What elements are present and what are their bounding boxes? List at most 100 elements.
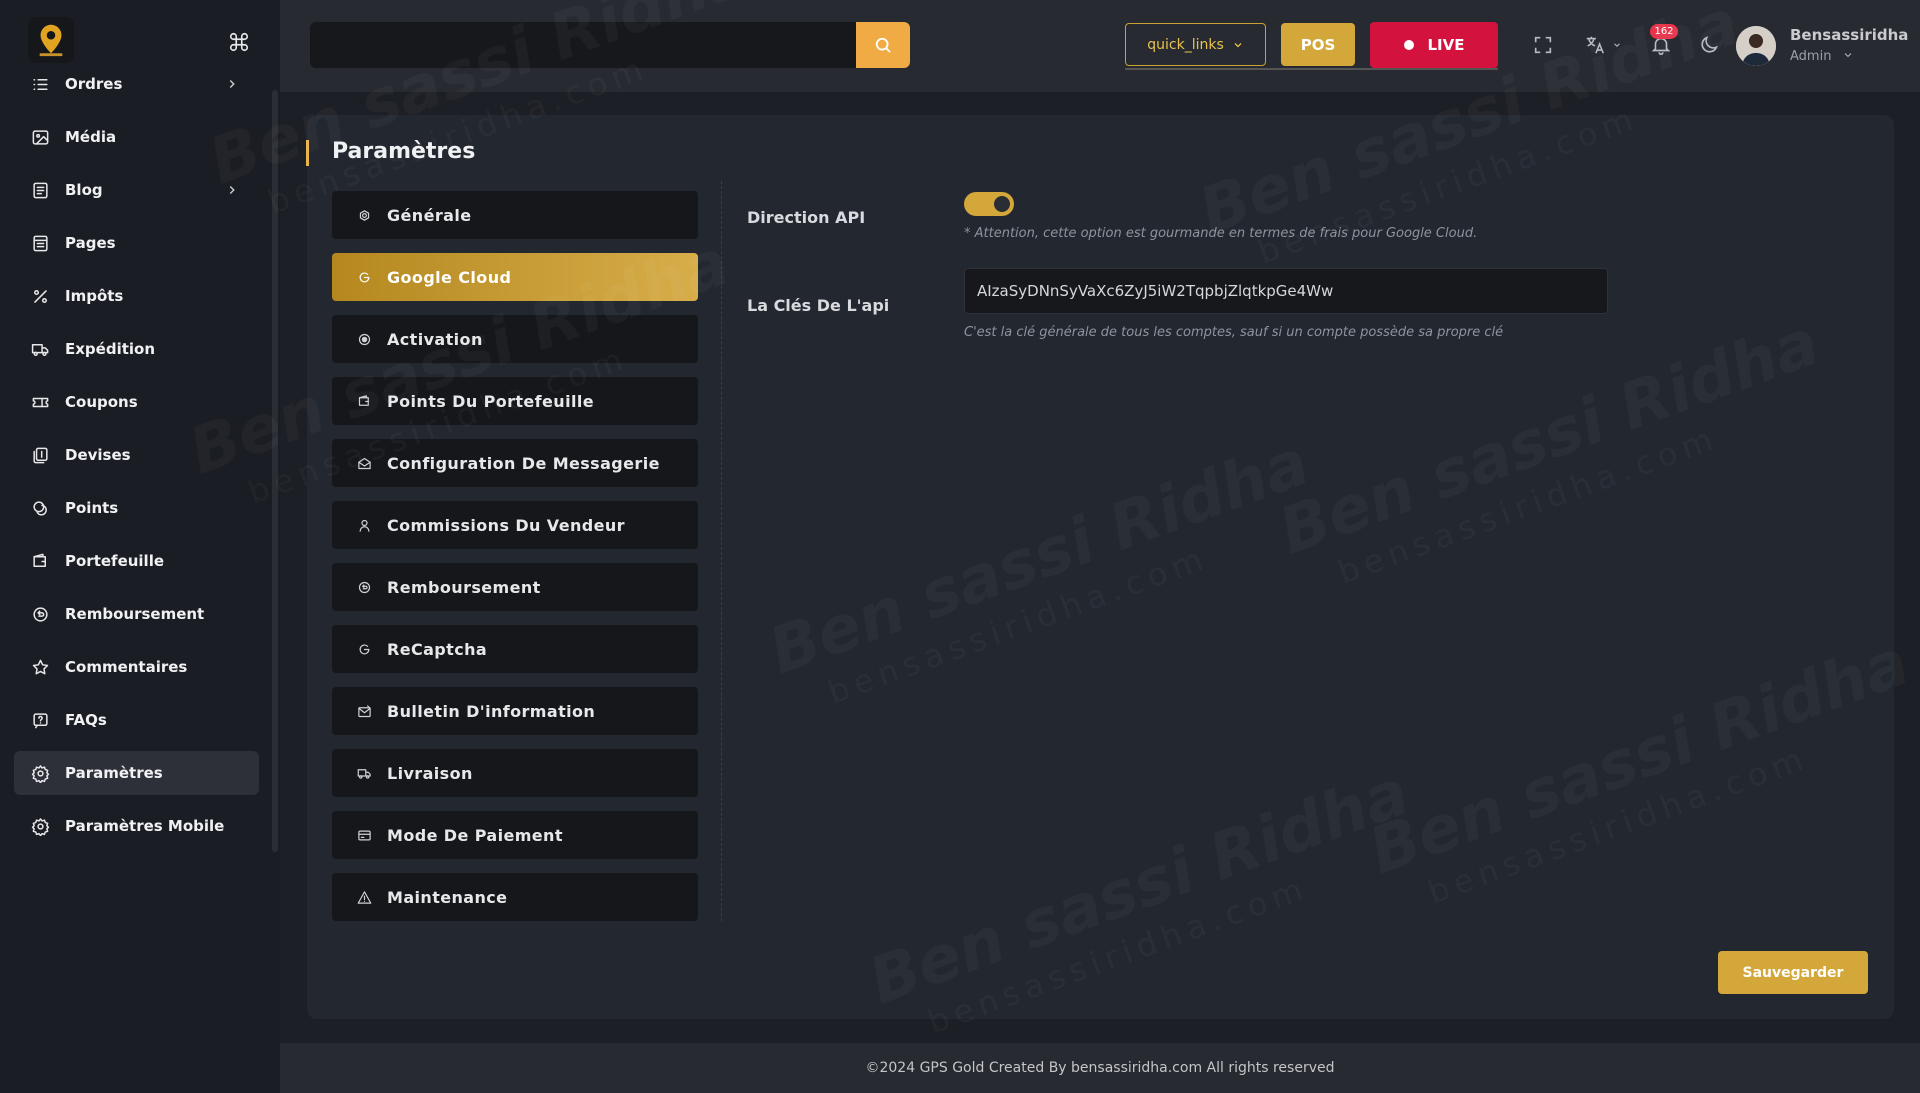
coins-icon bbox=[30, 498, 50, 518]
tab-label: Activation bbox=[387, 329, 483, 349]
content-divider bbox=[721, 181, 722, 921]
ticket-icon bbox=[30, 392, 50, 412]
image-icon bbox=[30, 127, 50, 147]
sidebar-item-paramètres[interactable]: Paramètres bbox=[14, 751, 259, 795]
sidebar-item-impôts[interactable]: Impôts bbox=[14, 274, 259, 318]
search-button[interactable] bbox=[856, 22, 910, 68]
sidebar-item-label: Portefeuille bbox=[65, 552, 165, 570]
tab-configuration-de-messagerie[interactable]: Configuration De Messagerie bbox=[332, 439, 698, 487]
currency-icon bbox=[30, 445, 50, 465]
pos-button[interactable]: POS bbox=[1281, 23, 1355, 66]
sidebar-item-points[interactable]: Points bbox=[14, 486, 259, 530]
tab-label: Livraison bbox=[387, 763, 473, 783]
user-avatar[interactable] bbox=[1736, 26, 1776, 66]
tab-google-cloud[interactable]: Google Cloud bbox=[332, 253, 698, 301]
location-pin-logo-icon bbox=[39, 24, 63, 57]
header-underline bbox=[1125, 68, 1498, 70]
sidebar-item-portefeuille[interactable]: Portefeuille bbox=[14, 539, 259, 583]
truck-icon bbox=[30, 339, 50, 359]
fullscreen-icon[interactable] bbox=[1530, 32, 1556, 58]
tab-points-du-portefeuille[interactable]: Points Du Portefeuille bbox=[332, 377, 698, 425]
radio-icon bbox=[356, 331, 372, 347]
sidebar-item-label: Pages bbox=[65, 234, 116, 252]
tab-label: Bulletin D'information bbox=[387, 701, 596, 721]
user-name: Bensassiridha bbox=[1790, 26, 1909, 44]
tab-bulletin-d-information[interactable]: Bulletin D'information bbox=[332, 687, 698, 735]
tab-label: Points Du Portefeuille bbox=[387, 391, 594, 411]
notification-count-badge: 162 bbox=[1650, 24, 1678, 39]
dark-mode-moon-icon[interactable] bbox=[1696, 32, 1722, 58]
tab-label: Remboursement bbox=[387, 577, 541, 597]
sidebar-scrollbar[interactable] bbox=[272, 90, 278, 852]
direction-api-hint: * Attention, cette option est gourmande … bbox=[964, 226, 1478, 241]
live-label: LIVE bbox=[1427, 36, 1465, 54]
sidebar-item-blog[interactable]: Blog bbox=[14, 168, 259, 212]
list-icon bbox=[30, 74, 50, 94]
sidebar-item-label: Ordres bbox=[65, 75, 123, 93]
save-button[interactable]: Sauvegarder bbox=[1718, 951, 1868, 994]
user-role: Admin bbox=[1790, 49, 1832, 64]
sidebar-item-label: Paramètres bbox=[65, 764, 163, 782]
tab-recaptcha[interactable]: ReCaptcha bbox=[332, 625, 698, 673]
sidebar-item-label: Commentaires bbox=[65, 658, 188, 676]
sidebar-item-remboursement[interactable]: Remboursement bbox=[14, 592, 259, 636]
settings-tabs: Générale Google Cloud Activation Points Du … bbox=[332, 191, 698, 935]
tab-label: ReCaptcha bbox=[387, 639, 488, 659]
tab-livraison[interactable]: Livraison bbox=[332, 749, 698, 797]
language-selector[interactable] bbox=[1578, 32, 1628, 58]
wallet-icon bbox=[356, 393, 372, 409]
sidebar-item-label: Points bbox=[65, 499, 119, 517]
gear-icon bbox=[30, 763, 50, 783]
chevron-down-icon bbox=[1844, 53, 1852, 58]
page-title: Paramètres bbox=[332, 139, 476, 164]
toggle-knob bbox=[994, 196, 1010, 212]
truck-icon bbox=[356, 765, 372, 781]
quick-links-dropdown[interactable]: quick_links bbox=[1125, 23, 1266, 66]
tab-commissions-du-vendeur[interactable]: Commissions Du Vendeur bbox=[332, 501, 698, 549]
google-icon bbox=[356, 641, 372, 657]
direction-api-toggle[interactable] bbox=[964, 192, 1014, 216]
search-icon bbox=[875, 37, 891, 53]
tab-label: Commissions Du Vendeur bbox=[387, 515, 625, 535]
tab-label: Mode De Paiement bbox=[387, 825, 563, 845]
sidebar-item-ordres[interactable]: Ordres bbox=[14, 62, 259, 106]
question-icon bbox=[30, 710, 50, 730]
live-button[interactable]: LIVE bbox=[1370, 22, 1498, 68]
direction-api-label: Direction API bbox=[747, 208, 866, 227]
refund-icon bbox=[356, 579, 372, 595]
warning-icon bbox=[356, 889, 372, 905]
user-icon bbox=[356, 517, 372, 533]
sidebar-item-label: Paramètres Mobile bbox=[65, 817, 225, 835]
mail-open-icon bbox=[356, 455, 372, 471]
tab-maintenance[interactable]: Maintenance bbox=[332, 873, 698, 921]
chevron-right-icon bbox=[225, 182, 239, 201]
percent-icon bbox=[30, 286, 50, 306]
user-role-dropdown[interactable]: Admin bbox=[1790, 49, 1854, 64]
settings-icon bbox=[356, 207, 372, 223]
gps-gold-logo[interactable] bbox=[28, 17, 74, 63]
tab-remboursement[interactable]: Remboursement bbox=[332, 563, 698, 611]
sidebar-item-média[interactable]: Média bbox=[14, 115, 259, 159]
tab-activation[interactable]: Activation bbox=[332, 315, 698, 363]
google-icon bbox=[356, 269, 372, 285]
sidebar-item-label: FAQs bbox=[65, 711, 107, 729]
sidebar-item-label: Remboursement bbox=[65, 605, 205, 623]
star-icon bbox=[30, 657, 50, 677]
search-input[interactable] bbox=[310, 22, 856, 68]
api-key-input[interactable] bbox=[964, 268, 1608, 314]
sidebar-item-commentaires[interactable]: Commentaires bbox=[14, 645, 259, 689]
sidebar-item-coupons[interactable]: Coupons bbox=[14, 380, 259, 424]
tab-mode-de-paiement[interactable]: Mode De Paiement bbox=[332, 811, 698, 859]
tab-label: Générale bbox=[387, 205, 472, 225]
search-bar bbox=[310, 22, 910, 68]
sidebar-item-devises[interactable]: Devises bbox=[14, 433, 259, 477]
sidebar-item-pages[interactable]: Pages bbox=[14, 221, 259, 265]
sidebar-item-expédition[interactable]: Expédition bbox=[14, 327, 259, 371]
sidebar-menu: Ordres Média Blog Pages Impôts Expédition Coup… bbox=[14, 62, 259, 857]
sidebar-item-faqs[interactable]: FAQs bbox=[14, 698, 259, 742]
apps-grid-icon[interactable] bbox=[224, 28, 254, 56]
tab-générale[interactable]: Générale bbox=[332, 191, 698, 239]
sidebar-item-paramètres-mobile[interactable]: Paramètres Mobile bbox=[14, 804, 259, 848]
sidebar-item-label: Coupons bbox=[65, 393, 138, 411]
wallet-icon bbox=[30, 551, 50, 571]
